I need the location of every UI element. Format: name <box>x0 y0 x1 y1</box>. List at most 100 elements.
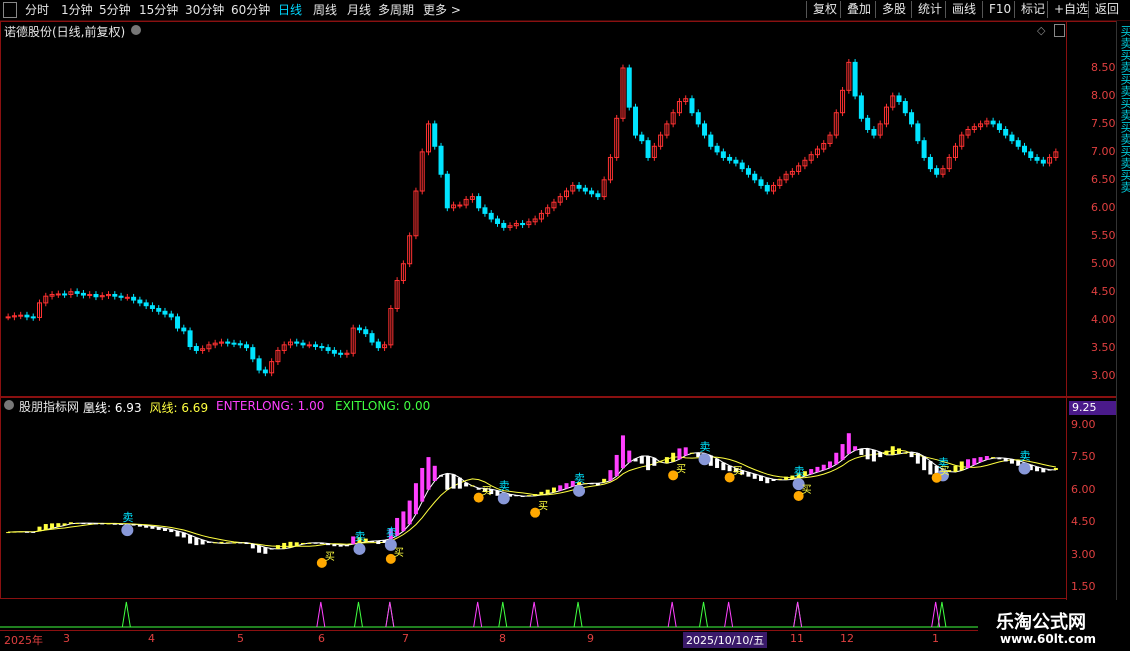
sell-label: 卖 <box>574 472 585 485</box>
candle <box>350 324 356 357</box>
indicator-bar <box>652 457 657 466</box>
toolbar: 分时 1分钟 5分钟 15分钟 30分钟 60分钟 日线 周线 月线 多周期 更多 > 复权 叠加 多股… <box>0 0 1130 21</box>
candle <box>300 339 306 349</box>
candle <box>313 341 319 350</box>
candle <box>394 277 400 312</box>
indicator-bar <box>439 475 444 477</box>
tab-6[interactable]: 日线 <box>278 2 302 18</box>
indicator-tick: 9.00 <box>1071 417 1096 431</box>
candle <box>871 126 877 139</box>
candle <box>369 330 375 346</box>
date-axis: 2025年 3 4 5 6 7 8 9 2025/10/10/五 11 12 1 <box>0 630 1065 651</box>
toolbar-button-0[interactable]: 复权 <box>806 1 843 18</box>
toolbar-button-7[interactable]: +自选 <box>1047 1 1094 18</box>
indicator-bar <box>1035 466 1040 472</box>
candle <box>331 347 337 357</box>
toolbar-button-2[interactable]: 多股 <box>875 1 912 18</box>
watermark: 乐淘公式网 www.60lt.com <box>978 600 1130 650</box>
toolbar-button-3[interactable]: 统计 <box>911 1 948 18</box>
buy-label: 买 <box>394 547 404 559</box>
buy-label: 买 <box>733 466 743 478</box>
sell-marker <box>497 492 510 505</box>
tab-5[interactable]: 60分钟 <box>231 2 270 18</box>
indicator-bar <box>915 453 920 464</box>
date-label-2: 4 <box>148 632 155 645</box>
indicator-bar <box>445 473 450 490</box>
candle <box>1053 148 1059 161</box>
candle <box>821 140 827 153</box>
indicator-bar <box>689 452 694 454</box>
toolbar-button-1[interactable]: 叠加 <box>840 1 877 18</box>
indicator-bar <box>526 495 531 497</box>
candle <box>934 165 940 178</box>
candle <box>250 344 256 363</box>
phoenix-line <box>8 447 1056 550</box>
candle <box>338 349 344 358</box>
price-tick: 5.50 <box>1091 228 1116 242</box>
candle <box>37 299 43 321</box>
indicator-bar <box>219 541 224 544</box>
indicator-bar <box>81 523 86 525</box>
candle <box>651 142 657 161</box>
candle <box>758 176 764 189</box>
indicator-tick: 3.00 <box>1071 547 1096 561</box>
enter-signal <box>529 601 539 628</box>
toolbar-button-5[interactable]: F10 <box>982 1 1017 18</box>
candle <box>262 366 268 377</box>
indicator-bar <box>828 461 833 468</box>
candle <box>940 165 946 178</box>
indicator-bar <box>928 461 933 475</box>
indicator-bar <box>1009 459 1014 464</box>
candle <box>513 220 519 230</box>
indicator-bar <box>156 527 161 530</box>
indicator-bar <box>344 545 349 547</box>
candle <box>532 215 538 226</box>
tab-1[interactable]: 1分钟 <box>61 2 93 18</box>
indicator-bar <box>646 456 651 471</box>
sell-marker <box>121 524 134 537</box>
indicator-bar <box>144 525 149 528</box>
candle <box>771 182 777 195</box>
indicator-bar <box>834 452 839 465</box>
candle <box>168 310 174 321</box>
candle <box>87 291 93 299</box>
indicator-bar <box>658 461 663 463</box>
candle <box>764 182 770 195</box>
candle <box>325 344 331 354</box>
strip-text: 买卖买卖买卖买卖买卖买卖买卖 <box>1119 25 1130 193</box>
tab-3[interactable]: 15分钟 <box>139 2 178 18</box>
price-tick: 8.00 <box>1091 88 1116 102</box>
candle <box>80 290 86 299</box>
tab-0[interactable]: 分时 <box>25 2 49 18</box>
tab-9[interactable]: 多周期 <box>378 2 414 18</box>
tab-10[interactable]: 更多 > <box>423 2 461 18</box>
tab-7[interactable]: 周线 <box>313 2 337 18</box>
exit-signal <box>353 601 363 628</box>
candle <box>520 220 526 228</box>
indicator-tick: 7.50 <box>1071 450 1096 464</box>
tab-2[interactable]: 5分钟 <box>99 2 131 18</box>
current-value-badge: 9.25 <box>1069 401 1116 415</box>
indicator-bar <box>137 524 142 527</box>
indicator-bar <box>457 477 462 489</box>
indicator-bar <box>765 477 770 484</box>
indicator-bar <box>464 482 469 487</box>
menu-icon[interactable] <box>3 2 17 18</box>
candle <box>633 103 639 139</box>
candle <box>752 170 758 184</box>
candle <box>206 341 212 353</box>
toolbar-button-8[interactable]: 返回 <box>1088 1 1125 18</box>
toolbar-button-4[interactable]: 画线 <box>945 1 982 18</box>
tab-4[interactable]: 30分钟 <box>185 2 224 18</box>
exit-signal <box>498 601 508 628</box>
candle <box>55 290 61 298</box>
sell-label: 卖 <box>794 465 805 478</box>
candle <box>896 92 902 105</box>
toolbar-button-6[interactable]: 标记 <box>1014 1 1051 18</box>
indicator-bar <box>188 535 193 544</box>
candle <box>218 338 224 347</box>
indicator-panel[interactable]: 股朋指标网 凰线: 6.93 风线: 6.69 ENTERLONG: 1.00 EXI… <box>0 397 1067 599</box>
candle <box>162 307 168 318</box>
tab-8[interactable]: 月线 <box>347 2 371 18</box>
candlestick-panel[interactable]: 诺德股份(日线,前复权) ◇ <box>0 21 1067 397</box>
